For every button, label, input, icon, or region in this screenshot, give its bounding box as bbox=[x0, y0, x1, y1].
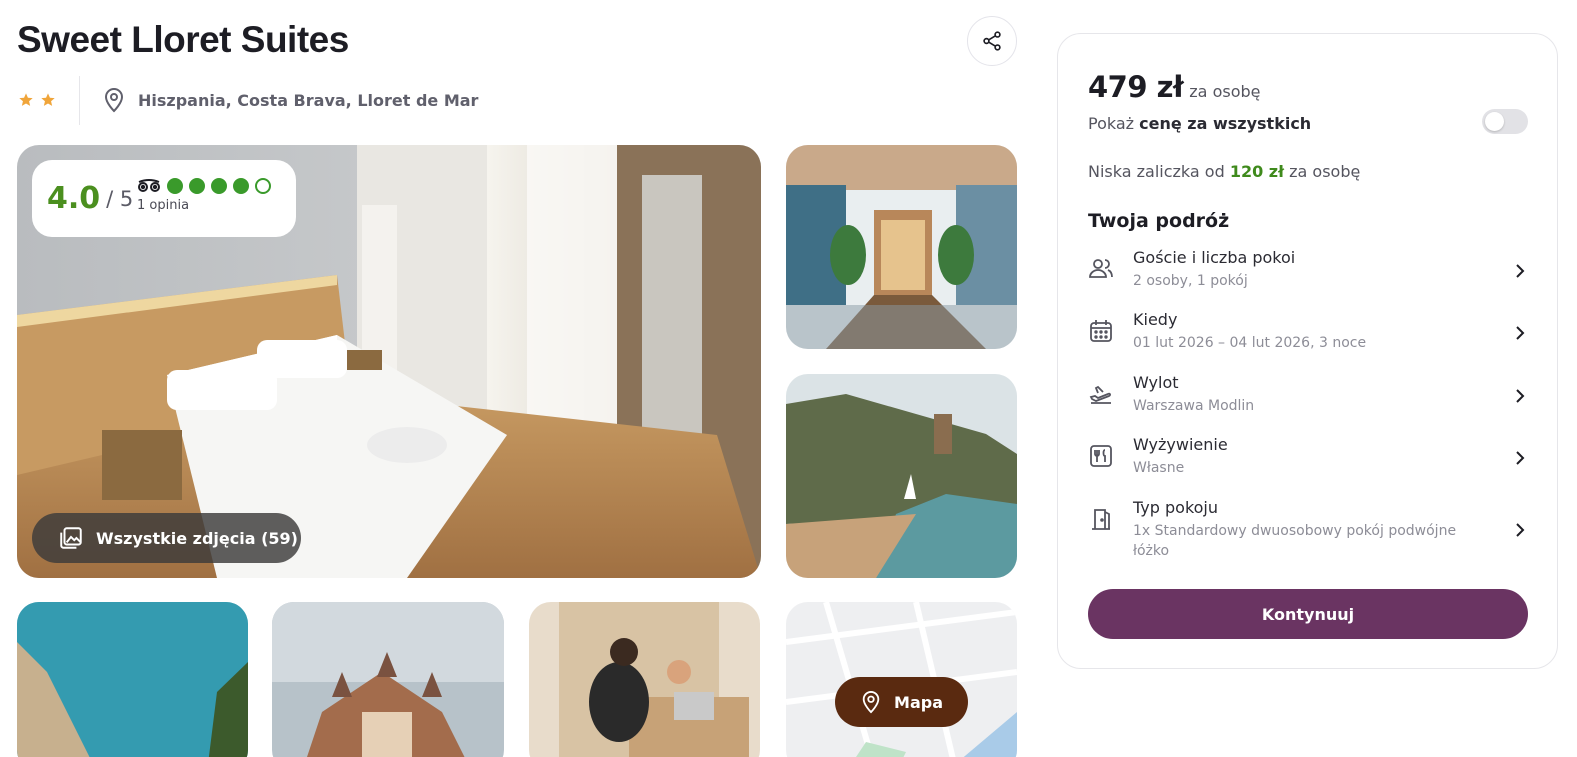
share-button[interactable] bbox=[967, 16, 1017, 66]
hotel-stars bbox=[18, 92, 56, 108]
location-pin-icon bbox=[862, 691, 880, 714]
reviews-count: 1 opinia bbox=[137, 198, 190, 213]
rating-value: 4.0 bbox=[47, 181, 101, 216]
location-text: Hiszpania, Costa Brava, Lloret de Mar bbox=[138, 90, 479, 110]
trip-item-value: Warszawa Modlin bbox=[1133, 398, 1255, 414]
trip-item-value: 01 lut 2026 – 04 lut 2026, 3 noce bbox=[1133, 335, 1367, 351]
door-icon bbox=[1092, 509, 1110, 530]
trip-item-value: 2 osoby, 1 pokój bbox=[1133, 273, 1248, 289]
rating-card[interactable]: 4.0 / 5 1 opinia bbox=[32, 160, 296, 237]
trip-item-meals[interactable]: Wyżywienie Własne bbox=[1088, 435, 1528, 478]
trip-item-value: Własne bbox=[1133, 460, 1185, 476]
all-photos-label: Wszystkie zdjęcia (59) bbox=[96, 528, 298, 548]
photo-beach[interactable] bbox=[786, 374, 1017, 578]
deposit-info: Niska zaliczka od 120 zł za osobę bbox=[1088, 162, 1361, 181]
guests-icon bbox=[1089, 259, 1113, 278]
rating-bubble-empty-icon bbox=[255, 178, 271, 194]
map-label: Mapa bbox=[894, 692, 943, 712]
location[interactable]: Hiszpania, Costa Brava, Lloret de Mar bbox=[102, 87, 478, 113]
header-divider bbox=[79, 76, 80, 125]
plane-icon bbox=[1089, 385, 1111, 404]
star-icon bbox=[19, 93, 33, 106]
chevron-right-icon bbox=[1516, 451, 1525, 465]
hotel-title: Sweet Lloret Suites bbox=[17, 19, 349, 60]
trip-item-guests[interactable]: Goście i liczba pokoi 2 osoby, 1 pokój bbox=[1088, 248, 1528, 291]
calendar-icon bbox=[1090, 320, 1112, 342]
share-icon bbox=[983, 31, 1001, 51]
booking-panel: 479 zł za osobę Pokaż cenę za wszystkich… bbox=[1057, 33, 1558, 669]
photo-church[interactable] bbox=[272, 602, 504, 757]
rating-bubble-icon bbox=[167, 178, 183, 194]
all-photos-button[interactable]: Wszystkie zdjęcia (59) bbox=[32, 513, 301, 563]
photo-sea[interactable] bbox=[17, 602, 248, 757]
trip-item-title: Kiedy bbox=[1133, 310, 1178, 329]
chevron-right-icon bbox=[1516, 264, 1525, 278]
meal-icon bbox=[1090, 445, 1112, 467]
price-value: 479 zł bbox=[1088, 70, 1184, 104]
trip-heading: Twoja podróż bbox=[1088, 210, 1230, 232]
price-row: 479 zł za osobę bbox=[1088, 70, 1260, 104]
star-icon bbox=[41, 93, 55, 106]
chevron-right-icon bbox=[1516, 326, 1525, 340]
rating-scale: / 5 bbox=[106, 186, 134, 211]
trip-item-dates[interactable]: Kiedy 01 lut 2026 – 04 lut 2026, 3 noce bbox=[1088, 310, 1528, 353]
trip-item-flight[interactable]: Wylot Warszawa Modlin bbox=[1088, 373, 1528, 416]
trip-item-room[interactable]: Typ pokoju 1x Standardowy dwuosobowy pok… bbox=[1088, 498, 1528, 561]
rating-bubble-icon bbox=[233, 178, 249, 194]
price-unit: za osobę bbox=[1189, 82, 1261, 101]
price-toggle-label: Pokaż cenę za wszystkich bbox=[1088, 114, 1312, 133]
continue-button[interactable]: Kontynuuj bbox=[1088, 589, 1528, 639]
trip-item-value: 1x Standardowy dwuosobowy pokój podwójne… bbox=[1133, 523, 1457, 559]
trip-item-title: Wyżywienie bbox=[1133, 435, 1228, 454]
location-pin-icon bbox=[104, 88, 124, 113]
rating-bubble-icon bbox=[189, 178, 205, 194]
tripadvisor-rating: 1 opinia bbox=[137, 178, 271, 213]
map-button[interactable]: Mapa bbox=[835, 677, 968, 727]
toggle-knob bbox=[1485, 112, 1504, 131]
price-for-all-toggle[interactable] bbox=[1482, 109, 1528, 134]
photo-reception[interactable] bbox=[529, 602, 760, 757]
chevron-right-icon bbox=[1516, 389, 1525, 403]
trip-item-title: Typ pokoju bbox=[1133, 498, 1219, 517]
rating-bubble-icon bbox=[211, 178, 227, 194]
photo-entrance[interactable] bbox=[786, 145, 1017, 349]
tripadvisor-owl-icon bbox=[138, 179, 160, 192]
trip-item-title: Goście i liczba pokoi bbox=[1133, 248, 1296, 267]
chevron-right-icon bbox=[1516, 523, 1525, 537]
gallery-icon bbox=[60, 527, 82, 549]
deposit-amount: 120 zł bbox=[1229, 162, 1285, 181]
trip-item-title: Wylot bbox=[1133, 373, 1179, 392]
